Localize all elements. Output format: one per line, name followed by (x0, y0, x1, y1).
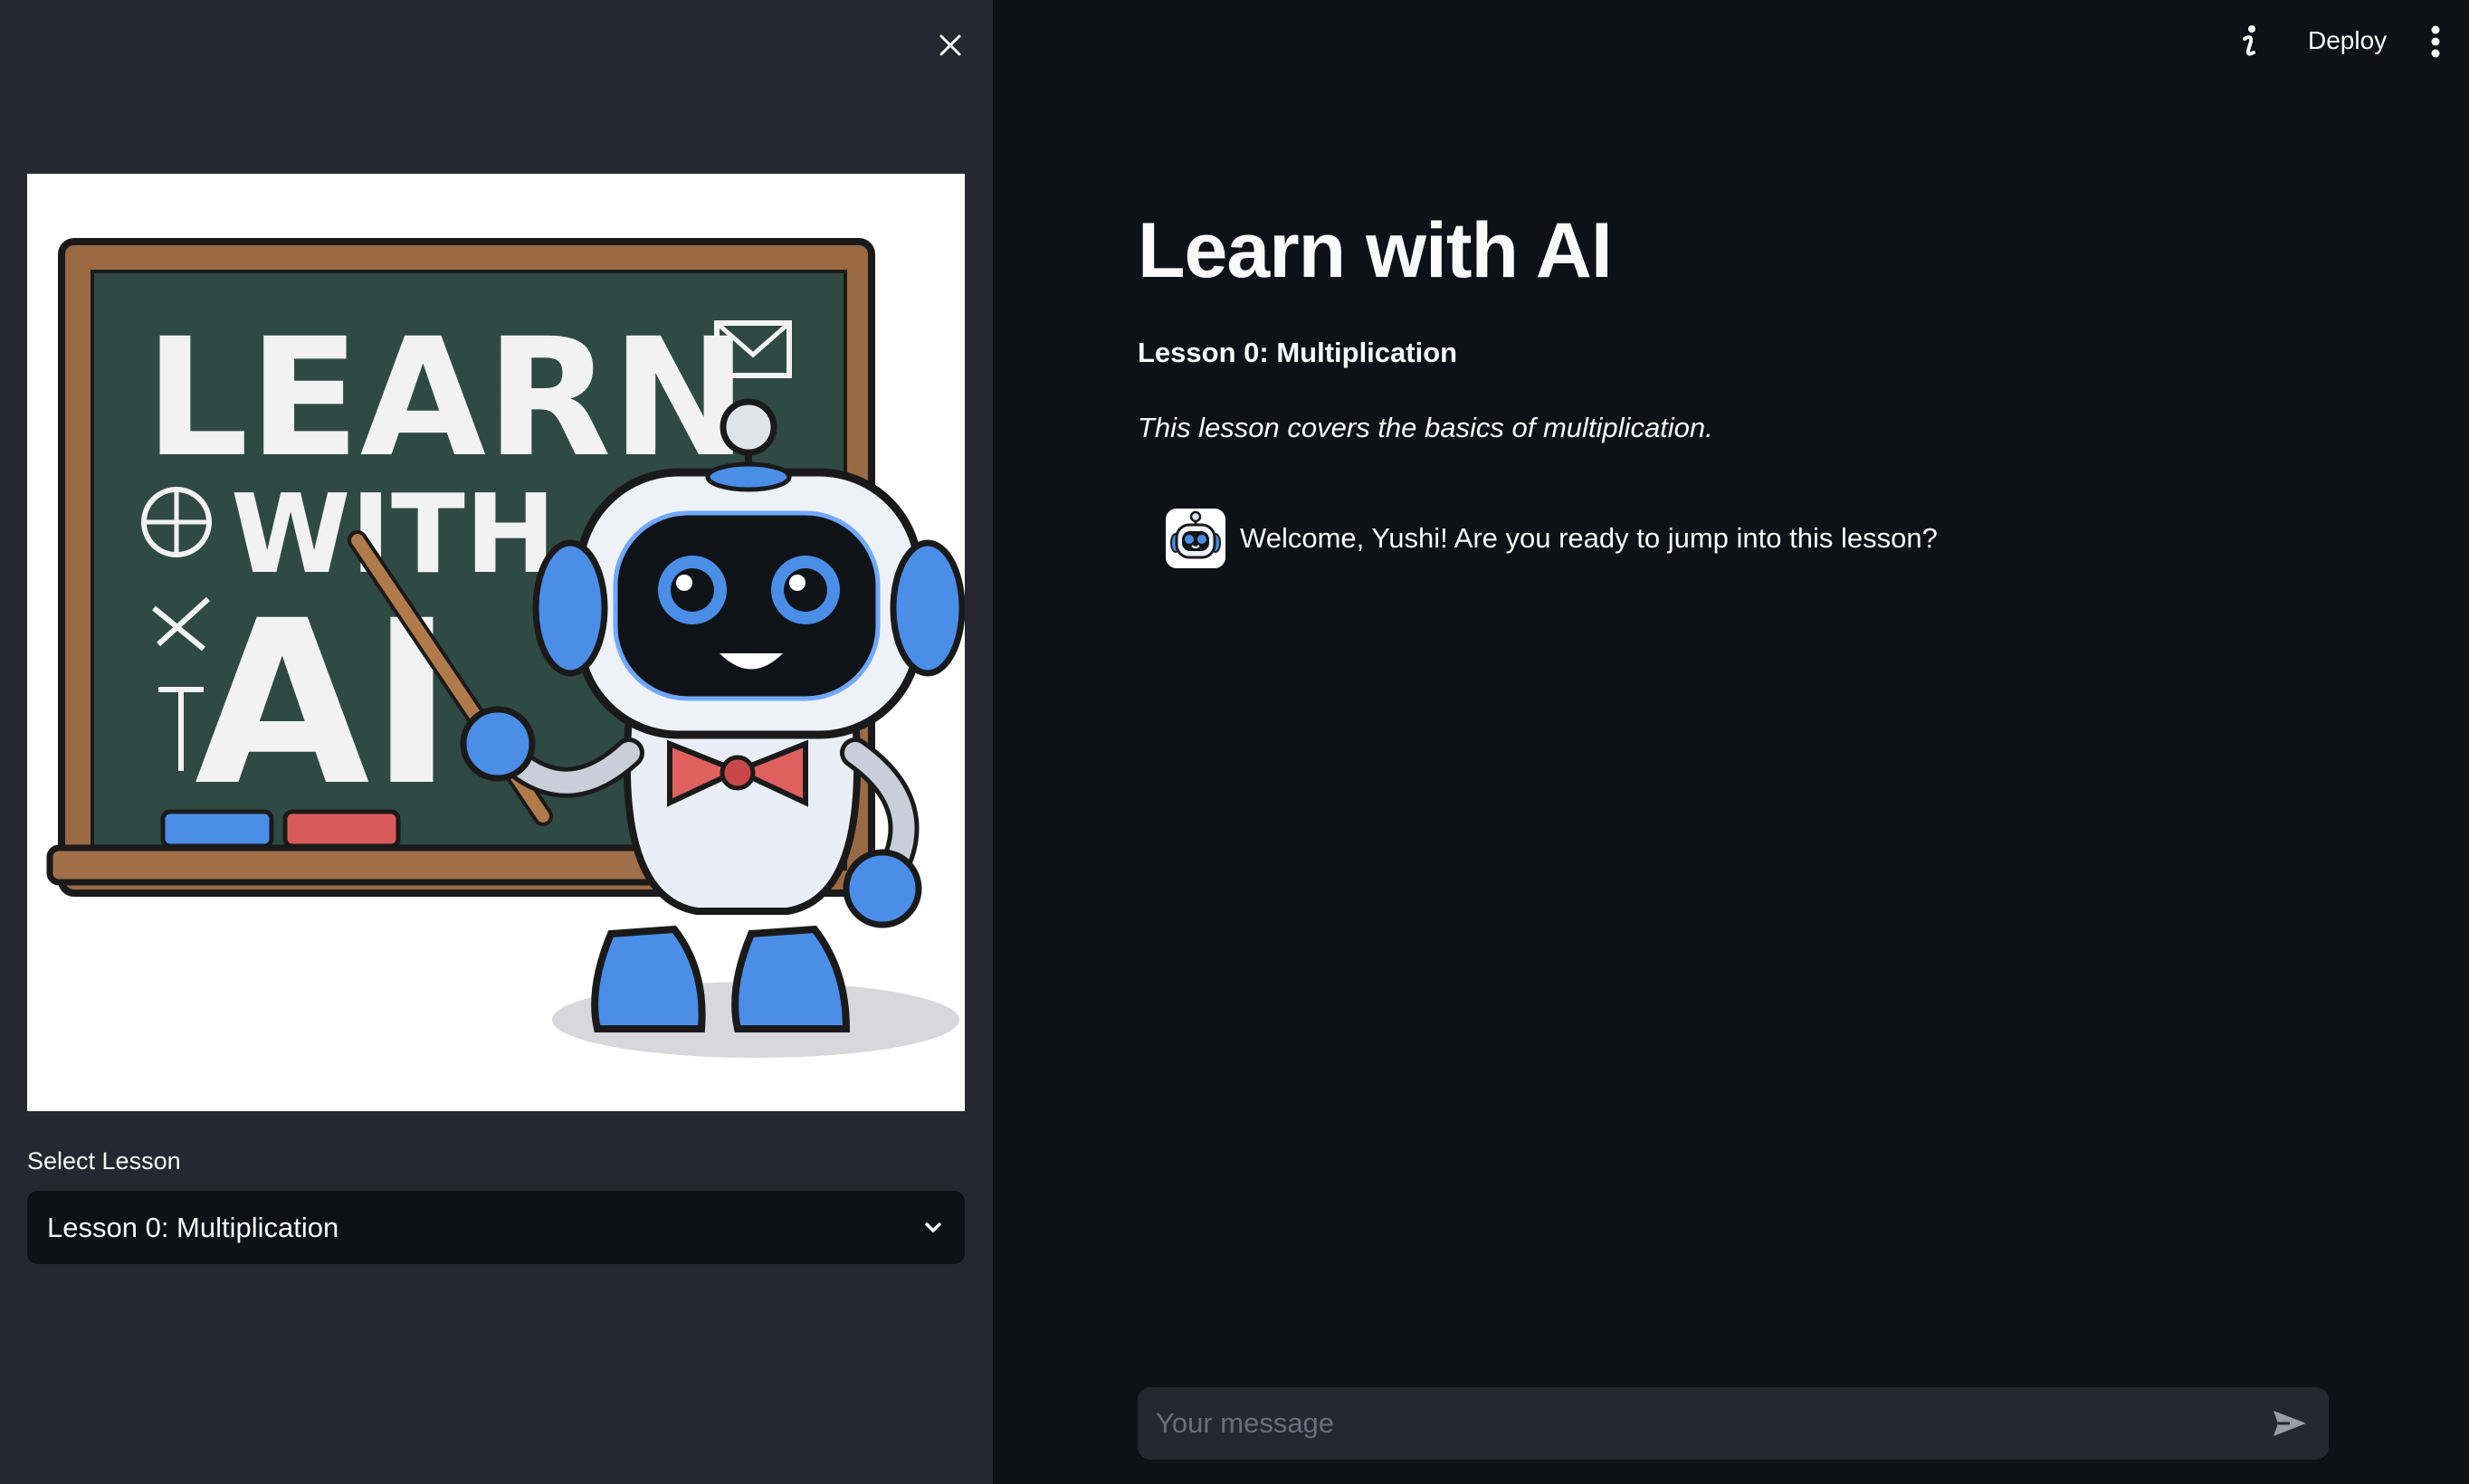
lesson-select-value: Lesson 0: Multiplication (47, 1211, 339, 1243)
kebab-menu-icon (2431, 25, 2440, 58)
chevron-down-icon (925, 1222, 941, 1232)
info-icon (2243, 25, 2255, 56)
hero-lettering-learn: LEARN (145, 304, 748, 493)
sidebar: LEARN WITH AI Select Lesson Lesson 0: Mu… (0, 0, 993, 1484)
hero-image: LEARN WITH AI (27, 174, 965, 1111)
close-icon (939, 34, 961, 56)
info-button[interactable] (2235, 22, 2264, 60)
lesson-select-dropdown[interactable]: Lesson 0: Multiplication (27, 1191, 965, 1264)
select-lesson-label: Select Lesson (27, 1147, 181, 1175)
chat-message-text: Welcome, Yushi! Are you ready to jump in… (1240, 522, 1938, 554)
chat-input-bar (1138, 1387, 2329, 1460)
lesson-description: This lesson covers the basics of multipl… (1138, 412, 1713, 443)
chat-message: Welcome, Yushi! Are you ready to jump in… (1166, 509, 1938, 568)
send-icon (2274, 1411, 2306, 1436)
main-menu-button[interactable] (2422, 22, 2449, 62)
robot-avatar-icon (1166, 509, 1225, 568)
send-button[interactable] (2267, 1401, 2312, 1446)
lesson-heading: Lesson 0: Multiplication (1138, 337, 1458, 368)
sidebar-close-button[interactable] (932, 27, 968, 63)
deploy-button[interactable]: Deploy (2290, 18, 2405, 63)
page-title: Learn with AI (1138, 207, 1613, 294)
chat-input[interactable] (1154, 1406, 2267, 1441)
